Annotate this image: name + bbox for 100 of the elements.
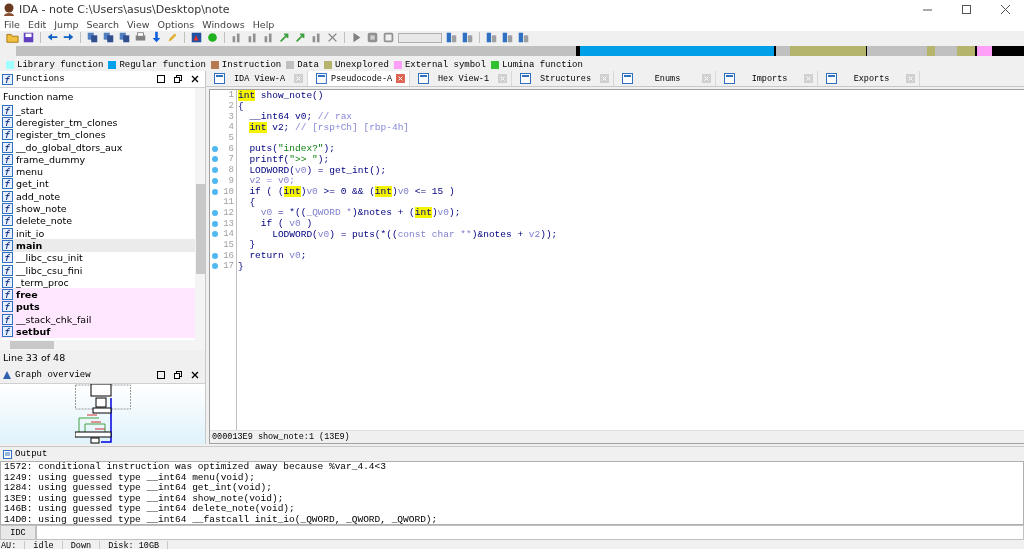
breakpoint-dot[interactable] xyxy=(212,145,218,152)
output-line: 146B: using guessed type __int64 delete_note(void); xyxy=(4,504,296,515)
menu-item[interactable]: Search xyxy=(86,19,120,30)
horizontal-scrollbar[interactable] xyxy=(0,340,205,350)
menu-item[interactable]: Options xyxy=(157,19,195,30)
legend-label: External symbol xyxy=(404,59,486,70)
function-icon xyxy=(2,203,13,214)
breakpoint-dot[interactable] xyxy=(212,220,218,227)
print-icon[interactable] xyxy=(134,31,147,44)
line-number: 2 xyxy=(228,101,234,112)
close-icon[interactable] xyxy=(1001,4,1010,14)
function-icon xyxy=(2,301,13,313)
dropdown[interactable] xyxy=(398,32,442,43)
breakpoint-dot[interactable] xyxy=(212,252,218,259)
tool-icon[interactable] xyxy=(485,31,498,44)
function-row[interactable]: deregister_tm_clones xyxy=(0,116,195,129)
function-row[interactable]: delete_note xyxy=(0,214,195,227)
graph-overview-drawing[interactable] xyxy=(74,384,131,444)
line-number: 13 xyxy=(223,218,234,229)
line-number: 8 xyxy=(228,165,234,176)
vertical-scrollbar[interactable] xyxy=(195,88,205,340)
function-row[interactable]: frame_dummy xyxy=(0,153,195,166)
breakpoint-dot[interactable] xyxy=(212,177,218,184)
line-number: 3 xyxy=(228,111,234,122)
menu-item[interactable]: Windows xyxy=(202,19,245,30)
line-number: 6 xyxy=(228,143,234,154)
function-row[interactable]: register_tm_clones xyxy=(0,128,195,141)
app-logo-icon xyxy=(3,2,15,16)
menu-item[interactable]: View xyxy=(127,19,150,30)
menu-item[interactable]: File xyxy=(4,19,20,30)
window-icon xyxy=(826,73,837,84)
line-number: 17 xyxy=(223,261,234,272)
breakpoint-dot[interactable] xyxy=(212,156,218,163)
function-icon xyxy=(2,166,13,178)
function-icon xyxy=(2,252,13,264)
function-row[interactable]: setbuf xyxy=(0,325,195,338)
function-row[interactable]: add_note xyxy=(0,190,195,203)
copy-icon[interactable] xyxy=(102,31,115,44)
line-number: 15 xyxy=(223,239,234,250)
pause-icon[interactable] xyxy=(366,31,379,44)
save-icon[interactable] xyxy=(22,31,35,44)
line-number: 10 xyxy=(223,186,234,197)
breakpoint-dot[interactable] xyxy=(212,167,218,174)
breakpoint-dot[interactable] xyxy=(212,263,218,270)
tool-icon[interactable] xyxy=(517,31,530,44)
menu-item[interactable]: Jump xyxy=(54,19,79,30)
tool-icon[interactable] xyxy=(445,31,458,44)
breakpoint-dot[interactable] xyxy=(212,188,218,195)
function-icon xyxy=(2,313,13,325)
copy-icon[interactable] xyxy=(118,31,131,44)
function-row[interactable]: __stack_chk_fail xyxy=(0,313,195,326)
maximize-icon[interactable] xyxy=(157,371,165,379)
maximize-icon[interactable] xyxy=(962,4,971,14)
function-row[interactable]: __do_global_dtors_aux xyxy=(0,140,195,154)
close-icon[interactable] xyxy=(191,75,199,83)
function-icon xyxy=(2,116,13,128)
tool-icon[interactable] xyxy=(501,31,514,44)
line-number: 12 xyxy=(223,207,234,218)
navigation-band[interactable] xyxy=(16,46,1024,56)
line-number: 4 xyxy=(228,122,234,133)
panel-title: Output xyxy=(15,449,48,459)
breakpoint-dot[interactable] xyxy=(212,209,218,216)
function-icon xyxy=(2,104,13,116)
command-input-field[interactable] xyxy=(36,525,1024,540)
line-count: Line 33 of 48 xyxy=(3,351,66,363)
tab[interactable]: Pseudocode-A xyxy=(308,71,410,86)
line-number: 9 xyxy=(228,175,234,186)
function-row[interactable]: init_io xyxy=(0,226,195,240)
image-icon[interactable] xyxy=(190,31,203,44)
column-header[interactable]: Function name xyxy=(3,90,74,102)
function-row[interactable]: show_note xyxy=(0,202,195,215)
function-icon xyxy=(2,264,13,276)
function-row[interactable]: free xyxy=(0,288,195,301)
function-row[interactable]: main xyxy=(0,239,195,252)
panel-title: Graph overview xyxy=(15,370,92,380)
function-row[interactable]: menu xyxy=(0,165,195,178)
maximize-icon[interactable] xyxy=(157,75,165,83)
menu-item[interactable]: Help xyxy=(252,19,275,30)
arrow-icon[interactable] xyxy=(294,31,307,44)
function-row[interactable]: _term_proc xyxy=(0,276,195,289)
breakpoint-dot[interactable] xyxy=(212,231,218,238)
chart-icon[interactable] xyxy=(230,31,243,44)
idc-button[interactable]: IDC xyxy=(0,525,36,540)
code-line: } xyxy=(248,239,256,251)
function-row[interactable]: get_int xyxy=(0,177,195,191)
function-row[interactable]: __libc_csu_fini xyxy=(0,263,195,277)
float-icon[interactable] xyxy=(174,75,182,83)
stop-icon[interactable] xyxy=(382,31,395,44)
arrow-icon[interactable] xyxy=(278,31,291,44)
function-row[interactable]: __libc_csu_init xyxy=(0,251,195,264)
function-row[interactable]: _start xyxy=(0,104,195,117)
menu-item[interactable]: Edit xyxy=(27,19,47,30)
float-icon[interactable] xyxy=(174,371,182,379)
down-arrow-icon[interactable] xyxy=(150,31,163,44)
close-icon[interactable] xyxy=(191,371,199,379)
copy-icon[interactable] xyxy=(86,31,99,44)
tool-icon[interactable] xyxy=(461,31,474,44)
chart-icon[interactable] xyxy=(246,31,259,44)
chart-icon[interactable] xyxy=(262,31,275,44)
chart-icon[interactable] xyxy=(310,31,323,44)
